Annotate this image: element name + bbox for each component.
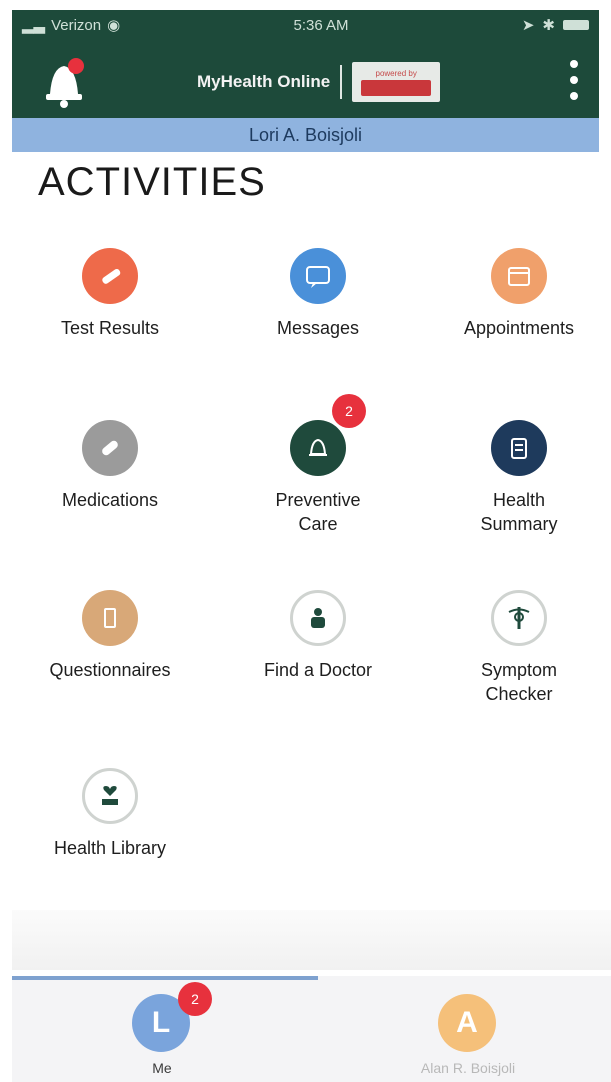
activity-label: Preventive Care <box>275 490 361 534</box>
activity-test-results[interactable]: Test Results <box>15 248 205 340</box>
app-brand: MyHealth Online <box>197 72 331 91</box>
patient-name-bar[interactable]: Lori A. Boisjoli <box>12 118 599 152</box>
activity-label: Messages <box>276 318 360 338</box>
faded-content-band <box>12 910 611 970</box>
activity-label: Test Results <box>60 318 160 338</box>
activity-label: Health Library <box>53 838 167 858</box>
carrier-name: Verizon <box>51 16 102 34</box>
activity-preventive-care[interactable]: 2 Preventive Care <box>223 394 413 536</box>
signal-icon: ▂▃ <box>22 17 46 34</box>
avatar: A <box>438 994 496 1052</box>
bottom-tab-bar: L 2 Me A Alan R. Boisjoli <box>12 976 611 1082</box>
clipboard-icon <box>491 420 547 476</box>
heart-book-icon <box>82 768 138 824</box>
bluetooth-icon: ✱ <box>542 17 555 34</box>
doctor-icon <box>290 590 346 646</box>
location-icon: ➤ <box>521 17 535 34</box>
activity-appointments[interactable]: Appointments <box>430 248 608 340</box>
battery-icon <box>562 20 589 30</box>
activity-questionnaires[interactable]: Questionnaires <box>15 590 205 682</box>
notifications-bell-icon[interactable] <box>40 54 88 108</box>
wifi-icon: ◉ <box>107 17 121 34</box>
powered-by-text: powered by <box>375 68 417 78</box>
bell-icon: 2 <box>290 394 366 476</box>
activity-label: Appointments <box>463 318 575 338</box>
tab-alan[interactable]: A Alan R. Boisjoli <box>318 976 611 1082</box>
more-menu-icon[interactable] <box>569 60 579 100</box>
activity-health-summary[interactable]: Health Summary <box>430 420 608 536</box>
powered-by-logo: powered by <box>352 62 441 102</box>
test-tube-icon <box>82 248 138 304</box>
tab-label: Me <box>152 1060 172 1076</box>
status-bar: ▂▃ Verizon ◉ 5:36 AM ➤ ✱ <box>12 10 599 40</box>
caduceus-icon <box>491 590 547 646</box>
app-header: MyHealth Online powered by <box>12 40 599 118</box>
activity-label: Find a Doctor <box>263 660 373 680</box>
tab-me[interactable]: L 2 Me <box>12 976 312 1082</box>
activity-medications[interactable]: Medications <box>15 420 205 512</box>
activity-label: Questionnaires <box>49 660 171 680</box>
tab-label: Alan R. Boisjoli <box>420 1060 516 1076</box>
questionnaire-icon <box>82 590 138 646</box>
epic-logo <box>361 79 432 96</box>
activity-label: Medications <box>61 490 159 510</box>
page-title: ACTIVITIES <box>38 160 266 204</box>
brand-divider <box>340 65 343 99</box>
activity-label: Health Summary <box>480 490 558 534</box>
activity-symptom-checker[interactable]: Symptom Checker <box>430 590 608 706</box>
pill-icon <box>82 420 138 476</box>
message-bubble-icon <box>290 248 346 304</box>
notification-badge: 2 <box>178 982 212 1016</box>
calendar-icon <box>491 248 547 304</box>
notification-badge: 2 <box>332 394 366 428</box>
activity-label: Symptom Checker <box>480 660 558 704</box>
status-left: ▂▃ Verizon ◉ <box>22 16 121 35</box>
activity-find-a-doctor[interactable]: Find a Doctor <box>223 590 413 682</box>
status-right: ➤ ✱ <box>522 16 589 34</box>
status-time: 5:36 AM <box>293 16 349 34</box>
activity-health-library[interactable]: Health Library <box>15 768 205 860</box>
activity-messages[interactable]: Messages <box>223 248 413 340</box>
header-brand-group: MyHealth Online powered by <box>197 62 441 102</box>
